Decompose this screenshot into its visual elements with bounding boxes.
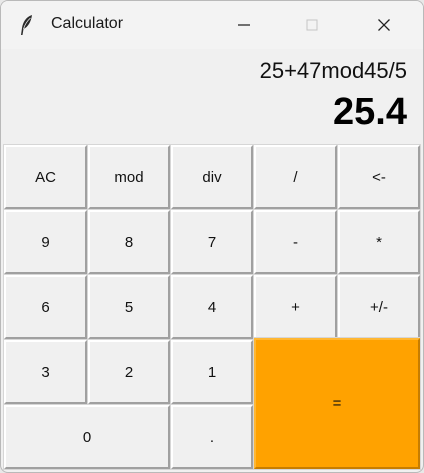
calculator-display: 25+47mod45/5 25.4: [1, 49, 423, 145]
digit-2-button[interactable]: 2: [87, 339, 171, 405]
equals-button[interactable]: =: [253, 337, 421, 470]
digit-3-button[interactable]: 3: [3, 339, 88, 405]
maximize-icon: [306, 19, 318, 31]
multiply-button[interactable]: *: [337, 209, 421, 275]
close-icon: [378, 19, 390, 31]
title-bar[interactable]: Calculator: [1, 1, 423, 49]
backspace-button[interactable]: <-: [337, 144, 421, 210]
divide-button[interactable]: /: [253, 144, 338, 210]
plus-button[interactable]: +: [253, 274, 338, 340]
close-button[interactable]: [361, 1, 407, 49]
calculator-window: Calculator 25+47mod45/5 25.4 AC mod div …: [0, 0, 424, 473]
result-display: 25.4: [333, 91, 407, 133]
digit-5-button[interactable]: 5: [87, 274, 171, 340]
minimize-button[interactable]: [221, 1, 267, 49]
decimal-button[interactable]: .: [170, 404, 254, 470]
keypad: AC mod div / <- 9 8 7 - * 6 5 4 + +/- 3 …: [3, 144, 421, 470]
feather-icon: [19, 14, 35, 36]
digit-4-button[interactable]: 4: [170, 274, 254, 340]
ac-button[interactable]: AC: [3, 144, 88, 210]
digit-0-button[interactable]: 0: [3, 404, 171, 470]
expression-display: 25+47mod45/5: [259, 58, 407, 83]
digit-1-button[interactable]: 1: [170, 339, 254, 405]
minus-button[interactable]: -: [253, 209, 338, 275]
div-button[interactable]: div: [170, 144, 254, 210]
maximize-button[interactable]: [289, 1, 335, 49]
digit-6-button[interactable]: 6: [3, 274, 88, 340]
digit-9-button[interactable]: 9: [3, 209, 88, 275]
window-title: Calculator: [51, 15, 124, 32]
digit-8-button[interactable]: 8: [87, 209, 171, 275]
minimize-icon: [238, 24, 250, 26]
digit-7-button[interactable]: 7: [170, 209, 254, 275]
sign-toggle-button[interactable]: +/-: [337, 274, 421, 340]
mod-button[interactable]: mod: [87, 144, 171, 210]
